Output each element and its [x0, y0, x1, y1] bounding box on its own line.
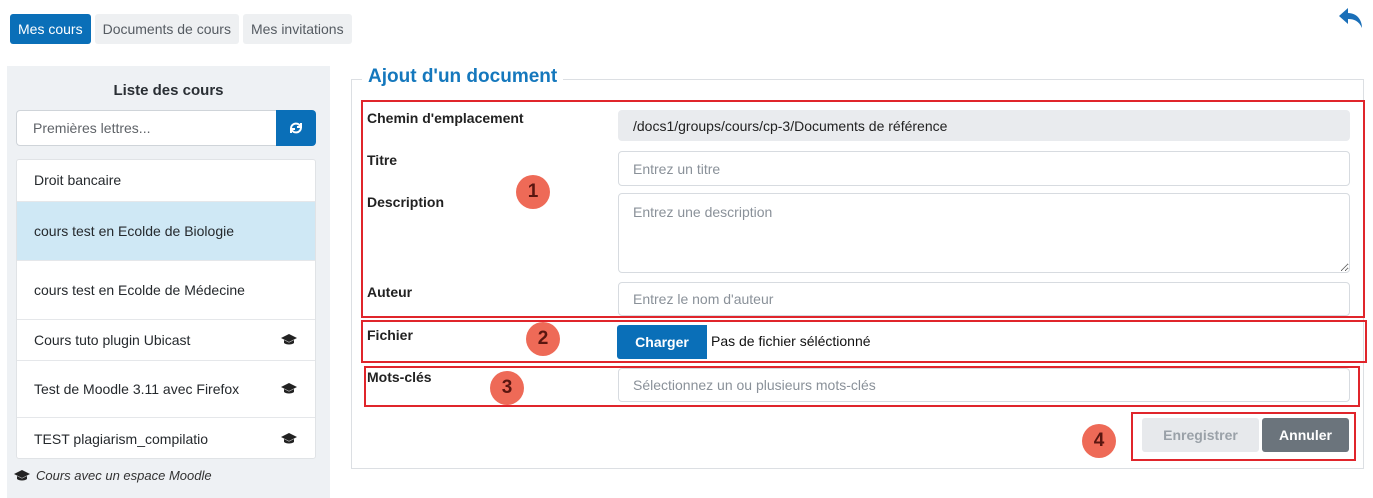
tab-mes-cours[interactable]: Mes cours: [10, 14, 91, 44]
course-item-label: TEST plagiarism_compilatio: [34, 430, 209, 447]
annotation-box-2: [361, 320, 1367, 363]
graduation-cap-icon: [281, 433, 297, 444]
course-item-label: cours test en Ecolde de Biologie: [34, 222, 235, 239]
annotation-box-4: [1131, 412, 1356, 461]
back-arrow-icon[interactable]: [1338, 6, 1364, 30]
course-item[interactable]: Cours tuto plugin Ubicast: [17, 320, 315, 361]
course-sidebar: Liste des cours Droit bancaire cours tes…: [7, 66, 330, 498]
course-item-label: Droit bancaire: [34, 172, 122, 188]
sidebar-title: Liste des cours: [113, 82, 224, 99]
course-item[interactable]: TEST plagiarism_compilatio: [17, 418, 315, 458]
annotation-badge-3: 3: [490, 371, 524, 405]
tab-documents-de-cours[interactable]: Documents de cours: [94, 14, 239, 44]
annotation-badge-1: 1: [516, 175, 550, 209]
course-item[interactable]: cours test en Ecolde de Médecine: [17, 261, 315, 320]
course-item-label: cours test en Ecolde de Médecine: [34, 281, 245, 298]
refresh-icon: [290, 122, 302, 134]
course-item[interactable]: Droit bancaire: [17, 160, 315, 202]
course-item-label: Cours tuto plugin Ubicast: [34, 331, 191, 348]
graduation-cap-icon: [14, 469, 30, 480]
legend-label: Cours avec un espace Moodle: [36, 468, 212, 483]
graduation-cap-icon: [281, 383, 297, 394]
refresh-button[interactable]: [276, 110, 316, 146]
course-item-selected[interactable]: cours test en Ecolde de Biologie: [17, 202, 315, 261]
annotation-badge-4: 4: [1082, 424, 1116, 458]
annotation-box-1: [361, 100, 1365, 318]
moodle-legend: Cours avec un espace Moodle: [14, 468, 212, 483]
course-search-input[interactable]: [16, 110, 276, 146]
course-list: Droit bancaire cours test en Ecolde de B…: [16, 159, 316, 459]
course-item-label: Test de Moodle 3.11 avec Firefox: [34, 380, 240, 397]
graduation-cap-icon: [281, 334, 297, 345]
main-tabs: Mes cours Documents de cours Mes invitat…: [10, 14, 352, 44]
annotation-badge-2: 2: [526, 322, 560, 356]
tab-mes-invitations[interactable]: Mes invitations: [242, 14, 352, 44]
panel-title: Ajout d'un document: [362, 66, 564, 88]
course-item[interactable]: Test de Moodle 3.11 avec Firefox: [17, 361, 315, 418]
